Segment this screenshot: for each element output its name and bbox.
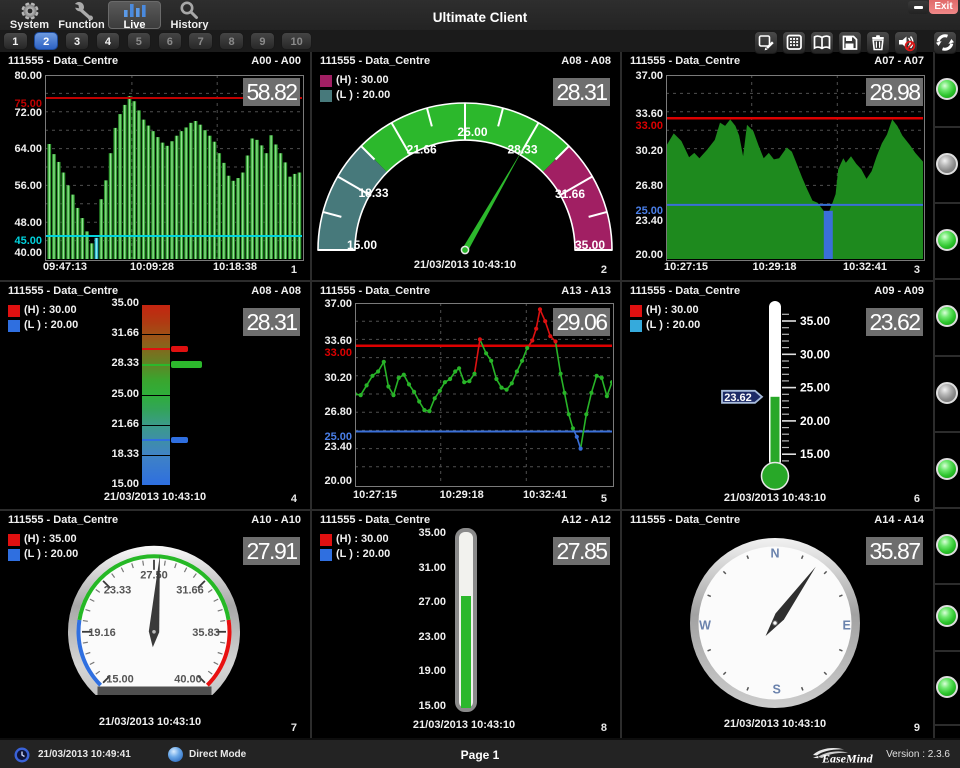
svg-text:18.33: 18.33 (358, 186, 388, 200)
svg-text:25.00: 25.00 (457, 125, 487, 139)
svg-text:25.00: 25.00 (800, 381, 830, 395)
svg-text:W: W (699, 619, 711, 633)
svg-text:21.66: 21.66 (407, 143, 437, 157)
svg-text:23.33: 23.33 (104, 585, 132, 597)
svg-text:S: S (773, 683, 781, 697)
svg-text:35.83: 35.83 (192, 627, 220, 639)
svg-text:15.00: 15.00 (800, 447, 830, 461)
svg-text:30.00: 30.00 (800, 347, 830, 361)
svg-text:27.50: 27.50 (140, 570, 168, 582)
svg-text:15.00: 15.00 (106, 674, 134, 686)
svg-text:19.16: 19.16 (88, 627, 116, 639)
svg-text:EaseMind: EaseMind (821, 752, 874, 766)
svg-text:31.66: 31.66 (555, 187, 585, 201)
svg-text:28.33: 28.33 (507, 143, 537, 157)
svg-text:23.62: 23.62 (724, 392, 752, 404)
svg-text:15.00: 15.00 (347, 238, 377, 252)
svg-text:35.00: 35.00 (800, 314, 830, 328)
svg-text:40.00: 40.00 (174, 674, 202, 686)
svg-text:20.00: 20.00 (800, 414, 830, 428)
svg-text:31.66: 31.66 (176, 585, 204, 597)
svg-text:N: N (770, 547, 779, 561)
svg-text:E: E (843, 619, 851, 633)
svg-text:35.00: 35.00 (575, 238, 605, 252)
